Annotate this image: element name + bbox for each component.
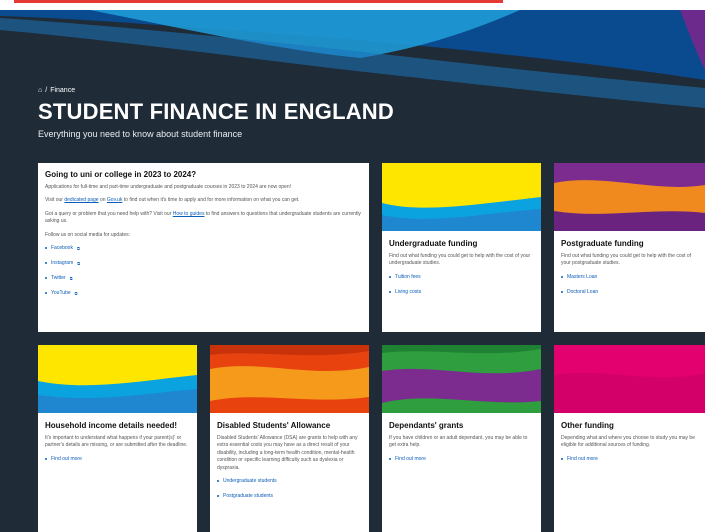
page-subtitle: Everything you need to know about studen… bbox=[38, 129, 243, 139]
link-label[interactable]: Doctoral Loan bbox=[567, 289, 598, 295]
bullet-icon bbox=[389, 457, 391, 460]
bullet-icon bbox=[561, 290, 563, 293]
bullet-icon bbox=[45, 292, 47, 295]
card-text: If you have children or an adult dependa… bbox=[389, 435, 528, 449]
undergraduate-funding-card[interactable]: Undergraduate funding Find out what fund… bbox=[382, 163, 541, 332]
link-label[interactable]: Tuition fees bbox=[395, 274, 421, 280]
card-title[interactable]: Household income details needed! bbox=[45, 421, 191, 430]
card-links: Find out more bbox=[561, 456, 699, 462]
card-links: Find out more bbox=[45, 456, 191, 462]
bullet-icon bbox=[217, 480, 219, 483]
find-out-more-link[interactable]: Find out more bbox=[561, 456, 699, 462]
breadcrumb: ⌂ / Finance bbox=[38, 87, 75, 94]
youtube-link[interactable]: YouTube ⧉ bbox=[45, 290, 363, 296]
masters-loan-link[interactable]: Masters Loan bbox=[561, 274, 699, 280]
card-links: Find out more bbox=[389, 456, 535, 462]
intro-paragraph: Got a query or problem that you need hel… bbox=[45, 211, 363, 226]
card-banner bbox=[210, 345, 369, 413]
link-label[interactable]: YouTube bbox=[51, 290, 71, 296]
intro-paragraph: Applications for full-time and part-time… bbox=[45, 184, 291, 190]
social-links: Facebook ⧉ Instagram ⧉ Twitter ⧉ YouTube ⧉ bbox=[45, 245, 363, 296]
bullet-icon bbox=[45, 277, 47, 280]
doctoral-loan-link[interactable]: Doctoral Loan bbox=[561, 289, 699, 295]
link-label[interactable]: Twitter bbox=[51, 275, 66, 281]
card-title[interactable]: Postgraduate funding bbox=[561, 239, 699, 248]
bullet-icon bbox=[561, 457, 563, 460]
external-link-icon: ⧉ bbox=[74, 290, 78, 296]
card-text: Disabled Students' Allowance (DSA) are g… bbox=[217, 435, 358, 471]
dependants-grants-card[interactable]: Dependants' grants If you have children … bbox=[382, 345, 541, 532]
bullet-icon bbox=[45, 457, 47, 460]
external-link-icon: ⧉ bbox=[77, 260, 81, 266]
bullet-icon bbox=[217, 495, 219, 498]
govuk-link[interactable]: Gov.uk bbox=[107, 197, 122, 203]
card-banner bbox=[38, 345, 197, 413]
card-title[interactable]: Disabled Students' Allowance bbox=[217, 421, 363, 430]
card-text: Depending what and where you choose to s… bbox=[561, 435, 695, 449]
card-links: Masters Loan Doctoral Loan bbox=[561, 274, 699, 295]
text: Got a query or problem that you need hel… bbox=[45, 210, 173, 217]
link-label[interactable]: Instagram bbox=[51, 260, 73, 266]
page-title: STUDENT FINANCE IN ENGLAND bbox=[38, 99, 394, 124]
card-text: Find out what funding you could get to h… bbox=[389, 253, 531, 267]
link-label[interactable]: Find out more bbox=[567, 456, 598, 462]
link-label[interactable]: Masters Loan bbox=[567, 274, 597, 280]
postgraduate-funding-card[interactable]: Postgraduate funding Find out what fundi… bbox=[554, 163, 705, 332]
facebook-link[interactable]: Facebook ⧉ bbox=[45, 245, 363, 251]
text: Visit our bbox=[45, 197, 65, 204]
card-banner bbox=[554, 163, 705, 231]
top-accent-stripe bbox=[14, 0, 503, 3]
intro-paragraph: Follow us on social media for updates: bbox=[45, 231, 131, 238]
instagram-link[interactable]: Instagram ⧉ bbox=[45, 260, 363, 266]
link-label[interactable]: Postgraduate students bbox=[223, 493, 273, 499]
link-label[interactable]: Undergraduate students bbox=[223, 478, 277, 484]
card-title[interactable]: Dependants' grants bbox=[389, 421, 535, 430]
link-label[interactable]: Living costs bbox=[395, 289, 421, 295]
find-out-more-link[interactable]: Find out more bbox=[45, 456, 191, 462]
card-banner bbox=[382, 163, 541, 231]
other-funding-card[interactable]: Other funding Depending what and where y… bbox=[554, 345, 705, 532]
breadcrumb-current: Finance bbox=[50, 87, 76, 94]
link-label[interactable]: Find out more bbox=[51, 456, 82, 462]
breadcrumb-separator: / bbox=[45, 87, 48, 94]
intro-title: Going to uni or college in 2023 to 2024? bbox=[45, 170, 197, 179]
card-links: Tuition fees Living costs bbox=[389, 274, 535, 295]
link-label[interactable]: Find out more bbox=[395, 456, 426, 462]
undergraduate-students-link[interactable]: Undergraduate students bbox=[217, 478, 363, 484]
bullet-icon bbox=[561, 275, 563, 278]
intro-paragraph: Visit our dedicated page on Gov.uk to fi… bbox=[45, 197, 363, 204]
twitter-link[interactable]: Twitter ⧉ bbox=[45, 275, 363, 281]
bullet-icon bbox=[389, 290, 391, 293]
card-text: Find out what funding you could get to h… bbox=[561, 253, 692, 267]
text: on bbox=[98, 197, 107, 204]
postgraduate-students-link[interactable]: Postgraduate students bbox=[217, 493, 363, 499]
find-out-more-link[interactable]: Find out more bbox=[389, 456, 535, 462]
bullet-icon bbox=[389, 275, 391, 278]
link-label[interactable]: Facebook bbox=[51, 245, 73, 251]
card-title[interactable]: Undergraduate funding bbox=[389, 239, 535, 248]
dedicated-page-link[interactable]: dedicated page bbox=[64, 197, 98, 203]
page: ⌂ / Finance STUDENT FINANCE IN ENGLAND E… bbox=[0, 0, 705, 532]
card-links: Undergraduate students Postgraduate stud… bbox=[217, 478, 363, 499]
household-income-card[interactable]: Household income details needed! It's im… bbox=[38, 345, 197, 532]
bullet-icon bbox=[45, 247, 47, 250]
tuition-fees-link[interactable]: Tuition fees bbox=[389, 274, 535, 280]
dsa-card[interactable]: Disabled Students' Allowance Disabled St… bbox=[210, 345, 369, 532]
intro-card: Going to uni or college in 2023 to 2024?… bbox=[38, 163, 369, 332]
text: to find out when it's time to apply and … bbox=[122, 197, 300, 204]
bullet-icon bbox=[45, 262, 47, 265]
external-link-icon: ⧉ bbox=[76, 245, 80, 251]
card-text: It's important to understand what happen… bbox=[45, 435, 188, 449]
living-costs-link[interactable]: Living costs bbox=[389, 289, 535, 295]
card-banner bbox=[382, 345, 541, 413]
how-to-guides-link[interactable]: How to guides bbox=[173, 211, 205, 217]
card-banner bbox=[554, 345, 705, 413]
top-bar bbox=[0, 0, 705, 10]
card-title[interactable]: Other funding bbox=[561, 421, 699, 430]
external-link-icon: ⧉ bbox=[69, 275, 73, 281]
home-icon[interactable]: ⌂ bbox=[38, 87, 42, 94]
